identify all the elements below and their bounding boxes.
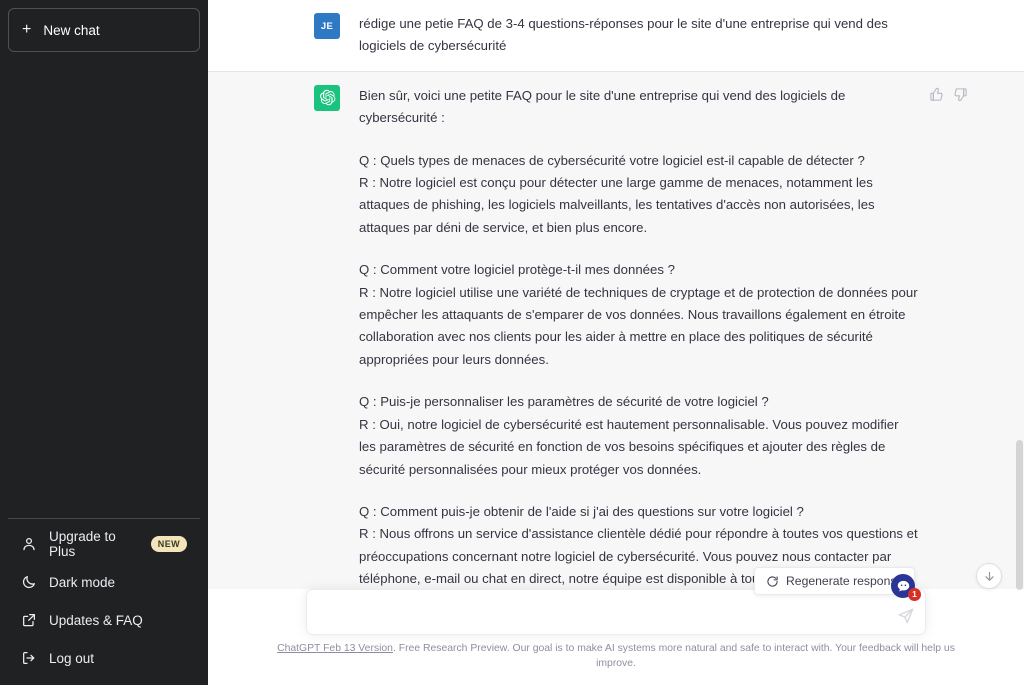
sidebar-item-label: Updates & FAQ <box>49 612 143 628</box>
assistant-qa-block: Q : Quels types de menaces de cybersécur… <box>359 150 918 240</box>
qa-answer: R : Oui, notre logiciel de cybersécurité… <box>359 416 899 477</box>
message-input[interactable] <box>321 601 881 623</box>
qa-question: Q : Comment votre logiciel protège-t-il … <box>359 262 675 278</box>
assistant-qa-block: Q : Comment votre logiciel protège-t-il … <box>359 259 918 371</box>
scrollbar-thumb[interactable] <box>1016 440 1023 590</box>
footer-text: . Free Research Preview. Our goal is to … <box>392 643 955 669</box>
composer-area: 1 ChatGPT Feb 13 Version. Free Research … <box>208 574 1024 685</box>
logout-icon <box>21 650 37 666</box>
new-chat-label: New chat <box>43 22 100 38</box>
version-link[interactable]: ChatGPT Feb 13 Version <box>277 643 393 654</box>
qa-answer: R : Notre logiciel utilise une variété d… <box>359 284 918 367</box>
thumbs-down-icon[interactable] <box>953 87 968 102</box>
sidebar: + New chat Upgrade to Plus NEW Dark mode… <box>0 0 208 685</box>
thumbs-up-icon[interactable] <box>929 87 944 102</box>
user-message-paragraph: rédige une petie FAQ de 3-4 questions-ré… <box>359 16 888 54</box>
moon-icon <box>21 574 37 590</box>
composer-box[interactable]: 1 <box>306 574 926 635</box>
new-badge: NEW <box>150 536 187 552</box>
notification-badge: 1 <box>908 588 921 601</box>
qa-answer: R : Notre logiciel est conçu pour détect… <box>359 175 875 235</box>
sidebar-item-label: Upgrade to Plus <box>49 529 116 559</box>
regenerate-response-label: Regenerate response <box>786 574 904 588</box>
external-link-icon <box>21 612 37 628</box>
sidebar-item-label: Log out <box>49 650 95 666</box>
assistant-intro: Bien sûr, voici une petite FAQ pour le s… <box>359 87 846 126</box>
new-chat-button[interactable]: + New chat <box>8 8 200 52</box>
avatar-user: JE <box>314 13 340 39</box>
plus-icon: + <box>22 21 32 38</box>
arrow-down-icon <box>983 570 996 583</box>
assistant-message-text: Bien sûr, voici une petite FAQ pour le s… <box>359 85 918 589</box>
main-panel: JE rédige une petie FAQ de 3-4 questions… <box>208 0 1024 685</box>
sidebar-item-label: Dark mode <box>49 574 116 590</box>
chat-thread[interactable]: JE rédige une petie FAQ de 3-4 questions… <box>208 0 1024 589</box>
assistant-qa-block: Q : Puis-je personnaliser les paramètres… <box>359 391 918 481</box>
chatgpt-app: + New chat Upgrade to Plus NEW Dark mode… <box>0 0 1024 685</box>
user-icon <box>21 536 37 552</box>
qa-question: Q : Puis-je personnaliser les paramètres… <box>359 394 769 410</box>
user-message-text: rédige une petie FAQ de 3-4 questions-ré… <box>359 13 918 58</box>
conversation-list <box>8 52 200 518</box>
avatar-assistant <box>314 84 340 111</box>
sidebar-item-updates-and-faq[interactable]: Updates & FAQ <box>8 601 200 639</box>
refresh-icon <box>766 575 779 588</box>
send-plane-icon[interactable] <box>897 607 915 625</box>
qa-question: Q : Quels types de menaces de cybersécur… <box>359 152 865 168</box>
openai-logo-icon <box>319 89 336 106</box>
footer-disclaimer: ChatGPT Feb 13 Version. Free Research Pr… <box>256 635 976 679</box>
qa-question: Q : Comment puis-je obtenir de l'aide si… <box>359 503 804 519</box>
sidebar-item-upgrade-to-plus[interactable]: Upgrade to Plus NEW <box>8 525 200 563</box>
sidebar-item-dark-mode[interactable]: Dark mode <box>8 563 200 601</box>
message-row-user: JE rédige une petie FAQ de 3-4 questions… <box>208 0 1024 71</box>
message-feedback-controls <box>929 87 968 102</box>
scroll-to-bottom-button[interactable] <box>976 563 1002 589</box>
sidebar-item-log-out[interactable]: Log out <box>8 639 200 677</box>
thread-scrollbar[interactable] <box>1015 0 1024 685</box>
message-row-assistant: Bien sûr, voici une petite FAQ pour le s… <box>208 70 1024 589</box>
sidebar-footer-menu: Upgrade to Plus NEW Dark mode Updates & … <box>8 518 200 677</box>
